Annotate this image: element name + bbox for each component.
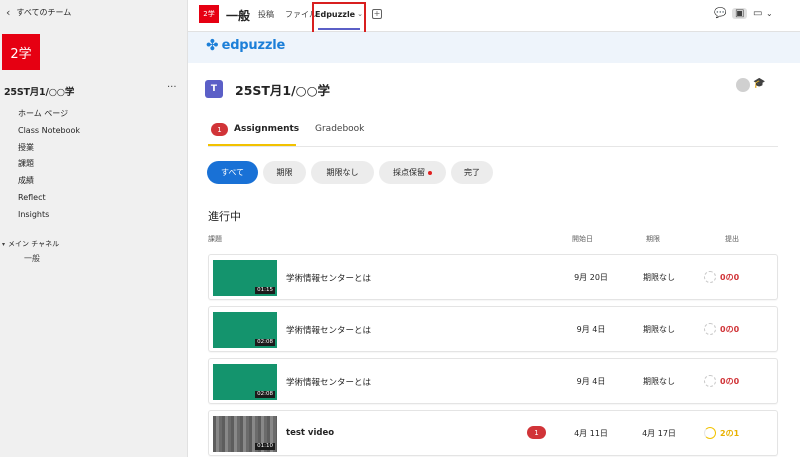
video-call-icon[interactable]: ▭ <box>753 8 762 19</box>
tab-edpuzzle-label: Edpuzzle <box>315 10 356 19</box>
filter-completed[interactable]: 完了 <box>451 161 493 184</box>
video-thumbnail[interactable]: 01:10 <box>213 416 277 452</box>
video-thumbnail[interactable]: 01:15 <box>213 260 277 296</box>
due-date: 期限なし <box>643 273 675 282</box>
assignment-title[interactable]: 学術情報センターとは <box>286 324 371 336</box>
sidebar-item-grades[interactable]: 成績 <box>18 173 80 190</box>
due-date: 期限なし <box>643 377 675 386</box>
submission-progress-icon <box>704 427 716 439</box>
column-header-submit: 提出 <box>725 235 739 243</box>
table-row[interactable]: 01:15 学術情報センターとは 9月 20日 期限なし 0の0 <box>208 254 778 300</box>
sidebar-item-class-notebook[interactable]: Class Notebook <box>18 123 80 140</box>
assignments-count-badge: 1 <box>211 123 228 136</box>
chat-icon[interactable]: 💬 <box>714 8 726 19</box>
back-to-all-teams[interactable]: ‹ すべてのチーム <box>6 6 71 19</box>
avatar[interactable] <box>736 78 750 92</box>
assignment-title[interactable]: 学術情報センターとは <box>286 272 371 284</box>
submission-count: 0の0 <box>720 325 740 334</box>
sidebar-item-reflect[interactable]: Reflect <box>18 190 80 207</box>
due-date: 期限なし <box>643 325 675 334</box>
submission-count: 0の0 <box>720 273 740 282</box>
table-row[interactable]: 02:08 学術情報センターとは 9月 4日 期限なし 0の0 <box>208 306 778 352</box>
team-nav: ホーム ページ Class Notebook 授業 課題 成績 Reflect … <box>18 106 80 224</box>
channel-general[interactable]: 一般 <box>24 253 40 264</box>
edpuzzle-logo-text: edpuzzle <box>221 38 286 53</box>
start-date: 4月 11日 <box>574 429 608 438</box>
filter-pending-grading[interactable]: 採点保留 <box>379 161 446 184</box>
chevron-left-icon: ‹ <box>6 6 11 19</box>
edpuzzle-logo-icon: ✤ <box>206 36 219 54</box>
chevron-down-icon: ⌄ <box>357 10 363 18</box>
video-duration: 02:08 <box>255 339 275 346</box>
tab-assignments[interactable]: Assignments <box>234 124 299 134</box>
edpuzzle-logo[interactable]: ✤ edpuzzle <box>206 36 286 54</box>
channel-header-bar: 2学 一般 投稿 ファイル Edpuzzle ⌄ + 💬 ▣ ▭ ⌄ <box>188 0 800 37</box>
notification-dot <box>428 170 432 175</box>
channel-title: 一般 <box>226 9 251 23</box>
team-name: 25ST月1/○○学 <box>4 87 75 98</box>
back-label: すべてのチーム <box>16 8 72 17</box>
filter-all[interactable]: すべて <box>207 161 258 184</box>
table-row[interactable]: 01:10 test video 1 4月 11日 4月 17日 2の1 <box>208 410 778 456</box>
tab-gradebook[interactable]: Gradebook <box>315 124 364 134</box>
table-row[interactable]: 02:08 学術情報センターとは 9月 4日 期限なし 0の0 <box>208 358 778 404</box>
assignment-title[interactable]: test video <box>286 428 334 438</box>
submission-count: 0の0 <box>720 377 740 386</box>
sidebar-item-home[interactable]: ホーム ページ <box>18 106 80 123</box>
tab-posts[interactable]: 投稿 <box>258 9 274 20</box>
channel-group-label: メイン チャネル <box>8 240 60 248</box>
filter-no-due[interactable]: 期限なし <box>311 161 374 184</box>
sidebar-item-assignments[interactable]: 課題 <box>18 156 80 173</box>
video-thumbnail[interactable]: 02:08 <box>213 364 277 400</box>
column-header-start: 開始日 <box>572 235 593 243</box>
edpuzzle-header: ✤ edpuzzle <box>188 32 800 63</box>
submission-progress-icon <box>704 375 716 387</box>
video-duration: 01:15 <box>255 287 275 294</box>
teams-class-icon: T <box>205 80 223 98</box>
class-title: 25ST月1/○○学 <box>235 83 331 98</box>
edpuzzle-app-icon[interactable]: ▣ <box>732 8 748 19</box>
submission-count: 2の1 <box>720 429 740 438</box>
more-options-icon[interactable]: ··· <box>167 82 177 93</box>
submission-progress-icon <box>704 323 716 335</box>
start-date: 9月 20日 <box>574 273 608 282</box>
filter-pending-label: 採点保留 <box>393 168 425 177</box>
dropdown-icon[interactable]: ⌄ <box>766 9 773 18</box>
pending-badge: 1 <box>527 426 546 439</box>
graduation-cap-icon[interactable]: 🎓 <box>753 78 765 89</box>
sidebar-item-lessons[interactable]: 授業 <box>18 140 80 157</box>
sidebar-item-insights[interactable]: Insights <box>18 207 80 224</box>
divider <box>208 146 778 147</box>
assignment-title[interactable]: 学術情報センターとは <box>286 376 371 388</box>
submission-progress-icon <box>704 271 716 283</box>
main-channels-header[interactable]: ▾ メイン チャネル <box>2 239 59 249</box>
start-date: 9月 4日 <box>576 325 606 334</box>
column-header-title: 課題 <box>208 235 222 243</box>
filter-due[interactable]: 期限 <box>263 161 306 184</box>
add-tab-button[interactable]: + <box>372 9 382 19</box>
team-logo: 2学 <box>2 34 40 70</box>
sidebar: ‹ すべてのチーム 2学 25ST月1/○○学 ··· ホーム ページ Clas… <box>0 0 188 457</box>
video-duration: 01:10 <box>255 443 275 450</box>
start-date: 9月 4日 <box>576 377 606 386</box>
video-duration: 02:08 <box>255 391 275 398</box>
column-header-due: 期限 <box>646 235 660 243</box>
active-tab-indicator <box>318 28 360 30</box>
channel-team-logo: 2学 <box>199 5 219 23</box>
section-heading-in-progress: 進行中 <box>208 210 241 223</box>
caret-down-icon: ▾ <box>2 240 6 248</box>
video-thumbnail[interactable]: 02:08 <box>213 312 277 348</box>
due-date: 4月 17日 <box>642 429 676 438</box>
